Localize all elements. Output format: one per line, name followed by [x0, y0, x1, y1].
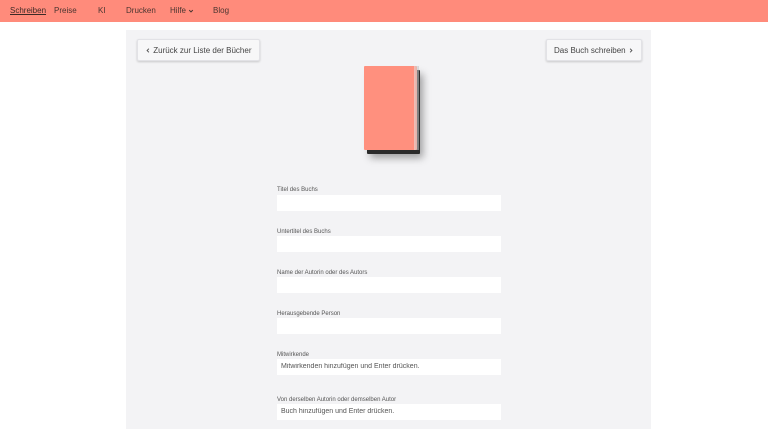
book-cover[interactable]: [364, 66, 417, 150]
author-label: Name der Autorin oder des Autors: [277, 270, 368, 276]
nav-link-hilfe-label: Hilfe: [170, 6, 187, 15]
title-input[interactable]: [277, 195, 501, 211]
nav-link-blog[interactable]: Blog: [213, 6, 229, 16]
chevron-left-icon: [146, 48, 150, 53]
chevron-right-icon: [629, 48, 633, 53]
nav-link-ki[interactable]: KI: [98, 6, 106, 16]
chevron-down-icon: [188, 9, 194, 13]
same-author-label: Von derselben Autorin oder demselben Aut…: [277, 397, 397, 403]
publisher-input[interactable]: [277, 318, 501, 334]
same-author-books-input[interactable]: [277, 404, 501, 420]
title-label: Titel des Buchs: [277, 187, 318, 193]
book-cover-page-edge: [414, 66, 419, 150]
nav-link-preise[interactable]: Preise: [54, 6, 77, 16]
top-navigation-bar: Schreiben Preise KI Drucken Hilfe Blog: [0, 0, 768, 22]
nav-link-hilfe[interactable]: Hilfe: [170, 6, 194, 16]
contributors-label: Mitwirkende: [277, 352, 310, 358]
contributors-input[interactable]: [277, 359, 501, 375]
nav-link-drucken[interactable]: Drucken: [126, 6, 156, 16]
subtitle-input[interactable]: [277, 236, 501, 252]
back-to-books-label: Zurück zur Liste der Bücher: [153, 46, 252, 55]
back-to-books-button[interactable]: Zurück zur Liste der Bücher: [137, 39, 260, 61]
author-input[interactable]: [277, 277, 501, 293]
write-book-label: Das Buch schreiben: [554, 46, 626, 55]
nav-link-schreiben[interactable]: Schreiben: [10, 6, 46, 16]
publisher-label: Herausgebende Person: [277, 311, 341, 317]
write-book-button[interactable]: Das Buch schreiben: [546, 39, 642, 61]
subtitle-label: Untertitel des Buchs: [277, 229, 331, 235]
